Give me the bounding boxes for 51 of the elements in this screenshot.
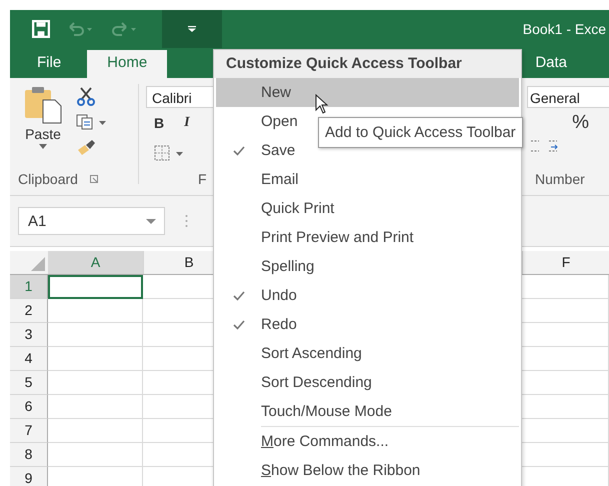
- copy-icon[interactable]: [76, 114, 106, 130]
- launcher-icon[interactable]: [90, 175, 98, 183]
- group-label: F: [198, 171, 207, 187]
- menu-item[interactable]: Sort Ascending: [216, 339, 519, 368]
- customize-toolbar-button[interactable]: [162, 10, 222, 48]
- menu-item[interactable]: Touch/Mouse Mode: [216, 397, 519, 426]
- row-header[interactable]: 2: [10, 299, 48, 323]
- menu-item[interactable]: Print Preview and Print: [216, 223, 519, 252]
- italic-button[interactable]: I: [184, 115, 190, 131]
- save-icon[interactable]: [32, 20, 50, 38]
- menu-item[interactable]: Show Below the Ribbon: [216, 456, 519, 485]
- clipboard-icon[interactable]: [23, 86, 63, 124]
- ribbon-tab[interactable]: File: [25, 50, 88, 78]
- menu-title: Customize Quick Access Toolbar: [214, 50, 521, 78]
- percent-button[interactable]: %: [572, 112, 589, 134]
- row-header[interactable]: 3: [10, 323, 48, 347]
- mouse-pointer-icon: [315, 94, 329, 114]
- menu-item[interactable]: Redo: [216, 310, 519, 339]
- grip-icon[interactable]: [185, 214, 188, 228]
- cell[interactable]: [48, 275, 143, 299]
- row-header[interactable]: 6: [10, 395, 48, 419]
- row-header[interactable]: 4: [10, 347, 48, 371]
- caret-icon: [146, 218, 156, 224]
- row-header[interactable]: 9: [10, 467, 48, 486]
- ribbon-tab[interactable]: Home: [87, 50, 168, 78]
- name-box[interactable]: A1: [18, 207, 165, 235]
- menu-item[interactable]: Undo: [216, 281, 519, 310]
- menu-item[interactable]: More Commands...: [216, 427, 519, 456]
- menu-item[interactable]: Sort Descending: [216, 368, 519, 397]
- paste-label[interactable]: Paste: [25, 126, 61, 142]
- group-label: Number: [535, 171, 585, 187]
- column-header[interactable]: F: [523, 251, 609, 274]
- row-header[interactable]: 5: [10, 371, 48, 395]
- bold-button[interactable]: B: [154, 115, 164, 131]
- row-header[interactable]: 1: [10, 275, 48, 299]
- group-label: Clipboard: [18, 171, 78, 187]
- scissors-icon[interactable]: [76, 86, 96, 106]
- tooltip: Add to Quick Access Toolbar: [318, 117, 523, 148]
- column-header[interactable]: A: [48, 251, 144, 274]
- menu-item[interactable]: Email: [216, 165, 519, 194]
- row-header[interactable]: 8: [10, 443, 48, 467]
- menu-item[interactable]: New: [216, 78, 519, 107]
- caret-icon[interactable]: [39, 144, 47, 149]
- select-all-icon[interactable]: [31, 257, 45, 271]
- row-header[interactable]: 7: [10, 419, 48, 443]
- window-title: Book1 - Exce: [522, 21, 606, 37]
- dropdown-icon: [188, 26, 196, 32]
- brush-icon[interactable]: [76, 138, 96, 156]
- borders-icon[interactable]: [154, 145, 184, 161]
- number-format-field[interactable]: General: [527, 86, 609, 108]
- menu-item[interactable]: Quick Print: [216, 194, 519, 223]
